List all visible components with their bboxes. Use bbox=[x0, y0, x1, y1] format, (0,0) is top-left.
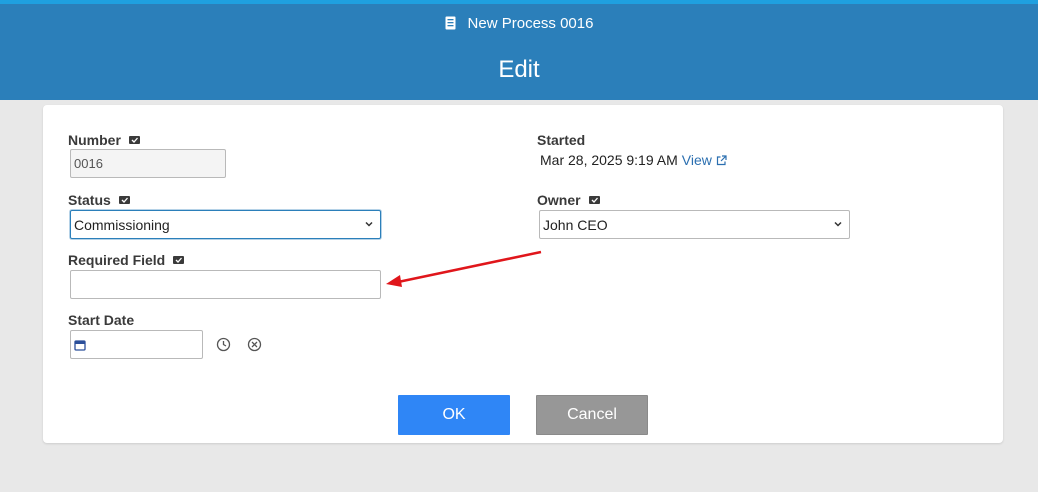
start-date-label: Start Date bbox=[68, 311, 134, 329]
owner-value: John CEO bbox=[543, 216, 608, 233]
clock-icon[interactable] bbox=[214, 335, 232, 353]
calendar-icon[interactable] bbox=[74, 339, 86, 351]
process-title: New Process 0016 bbox=[467, 14, 594, 32]
owner-select[interactable]: John CEO bbox=[539, 210, 850, 239]
start-date-label-text: Start Date bbox=[68, 312, 135, 328]
required-field-label-text: Required Field bbox=[68, 252, 166, 268]
required-marker-icon bbox=[173, 256, 185, 264]
page-title: Edit bbox=[498, 56, 540, 83]
chevron-down-icon bbox=[365, 221, 373, 227]
external-link-icon[interactable] bbox=[716, 154, 727, 166]
required-marker-icon bbox=[588, 196, 600, 204]
clear-date-icon[interactable] bbox=[245, 335, 263, 353]
required-field-label: Required Field bbox=[68, 251, 185, 269]
status-select[interactable]: Commissioning bbox=[70, 210, 381, 239]
started-value-row: Mar 28, 2025 9:19 AM View bbox=[540, 152, 727, 168]
chevron-down-icon bbox=[834, 221, 842, 227]
status-label: Status bbox=[68, 191, 130, 209]
number-label: Number bbox=[68, 131, 140, 149]
number-field[interactable]: 0016 bbox=[70, 149, 226, 178]
started-label: Started bbox=[537, 131, 585, 149]
owner-label: Owner bbox=[537, 191, 600, 209]
annotation-arrow bbox=[386, 250, 542, 287]
document-icon bbox=[445, 16, 456, 30]
required-marker-icon bbox=[118, 196, 130, 204]
cancel-button[interactable]: Cancel bbox=[536, 395, 648, 435]
ok-button[interactable]: OK bbox=[398, 395, 510, 435]
owner-label-text: Owner bbox=[537, 192, 581, 208]
status-label-text: Status bbox=[68, 192, 111, 208]
process-title-row: New Process 0016 bbox=[0, 12, 1038, 34]
view-link[interactable]: View bbox=[682, 152, 712, 168]
number-label-text: Number bbox=[68, 132, 121, 148]
page-header: New Process 0016 Edit bbox=[0, 4, 1038, 100]
number-value: 0016 bbox=[74, 156, 103, 171]
start-date-input[interactable] bbox=[70, 330, 203, 359]
required-field-input[interactable] bbox=[70, 270, 381, 299]
started-value: Mar 28, 2025 9:19 AM bbox=[540, 152, 678, 168]
started-label-text: Started bbox=[537, 132, 586, 148]
status-value: Commissioning bbox=[74, 216, 170, 233]
required-marker-icon bbox=[128, 136, 140, 144]
